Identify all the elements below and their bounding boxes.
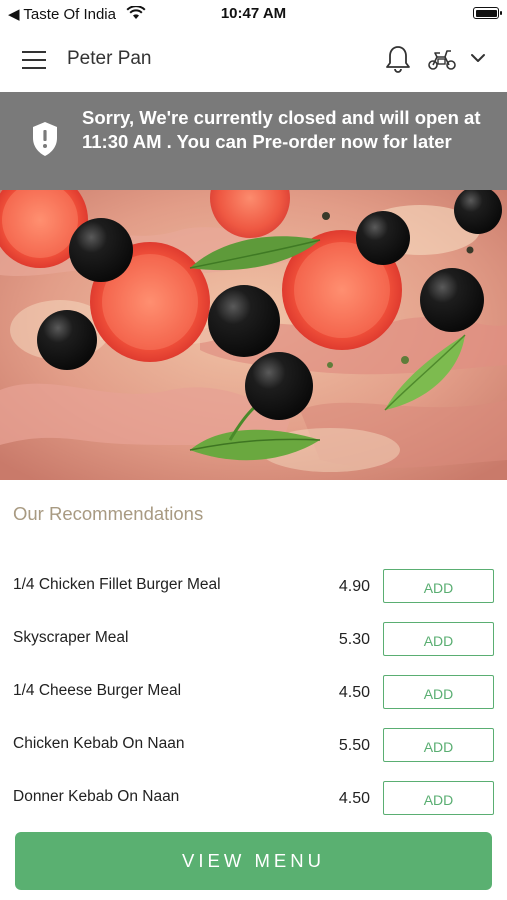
menu-item-name: Chicken Kebab On Naan — [13, 735, 185, 752]
menu-item-name: 1/4 Cheese Burger Meal — [13, 682, 182, 699]
add-button[interactable]: ADD — [383, 622, 494, 656]
status-time: 10:47 AM — [220, 5, 287, 22]
view-menu-button[interactable]: VIEW MENU — [15, 832, 492, 890]
add-button[interactable]: ADD — [383, 569, 494, 603]
add-button[interactable]: ADD — [383, 675, 494, 709]
page-title: Peter Pan — [67, 48, 152, 69]
menu-item-price: 4.90 — [338, 578, 370, 595]
menu-icon[interactable] — [22, 51, 46, 69]
scooter-icon[interactable] — [427, 47, 457, 71]
menu-item-price: 5.30 — [338, 631, 370, 648]
shield-icon — [33, 122, 57, 156]
menu-item-price: 4.50 — [338, 684, 370, 701]
add-button[interactable]: ADD — [383, 781, 494, 815]
battery-icon — [473, 7, 502, 19]
menu-item-name: Donner Kebab On Naan — [13, 788, 180, 805]
chevron-down-icon[interactable] — [470, 52, 486, 64]
bell-icon[interactable] — [385, 45, 411, 73]
menu-item-row: 1/4 Cheese Burger Meal 4.50 ADD — [0, 674, 507, 727]
menu-item-price: 4.50 — [338, 790, 370, 807]
recommendations-heading: Our Recommendations — [13, 503, 204, 524]
closed-notice-message: Sorry, We're currently closed and will o… — [82, 107, 481, 152]
app-header: Peter Pan — [0, 28, 507, 92]
status-bar: ◀ Taste Of India 10:47 AM — [0, 0, 507, 28]
menu-item-row: 1/4 Chicken Fillet Burger Meal 4.90 ADD — [0, 568, 507, 621]
menu-item-name: 1/4 Chicken Fillet Burger Meal — [13, 576, 221, 593]
hero-pizza-image — [0, 190, 507, 480]
menu-item-row: Donner Kebab On Naan 4.50 ADD — [0, 780, 507, 833]
menu-item-row: Skyscraper Meal 5.30 ADD — [0, 621, 507, 674]
menu-item-price: 5.50 — [338, 737, 370, 754]
menu-item-name: Skyscraper Meal — [13, 629, 129, 646]
add-button[interactable]: ADD — [383, 728, 494, 762]
menu-item-row: Chicken Kebab On Naan 5.50 ADD — [0, 727, 507, 780]
